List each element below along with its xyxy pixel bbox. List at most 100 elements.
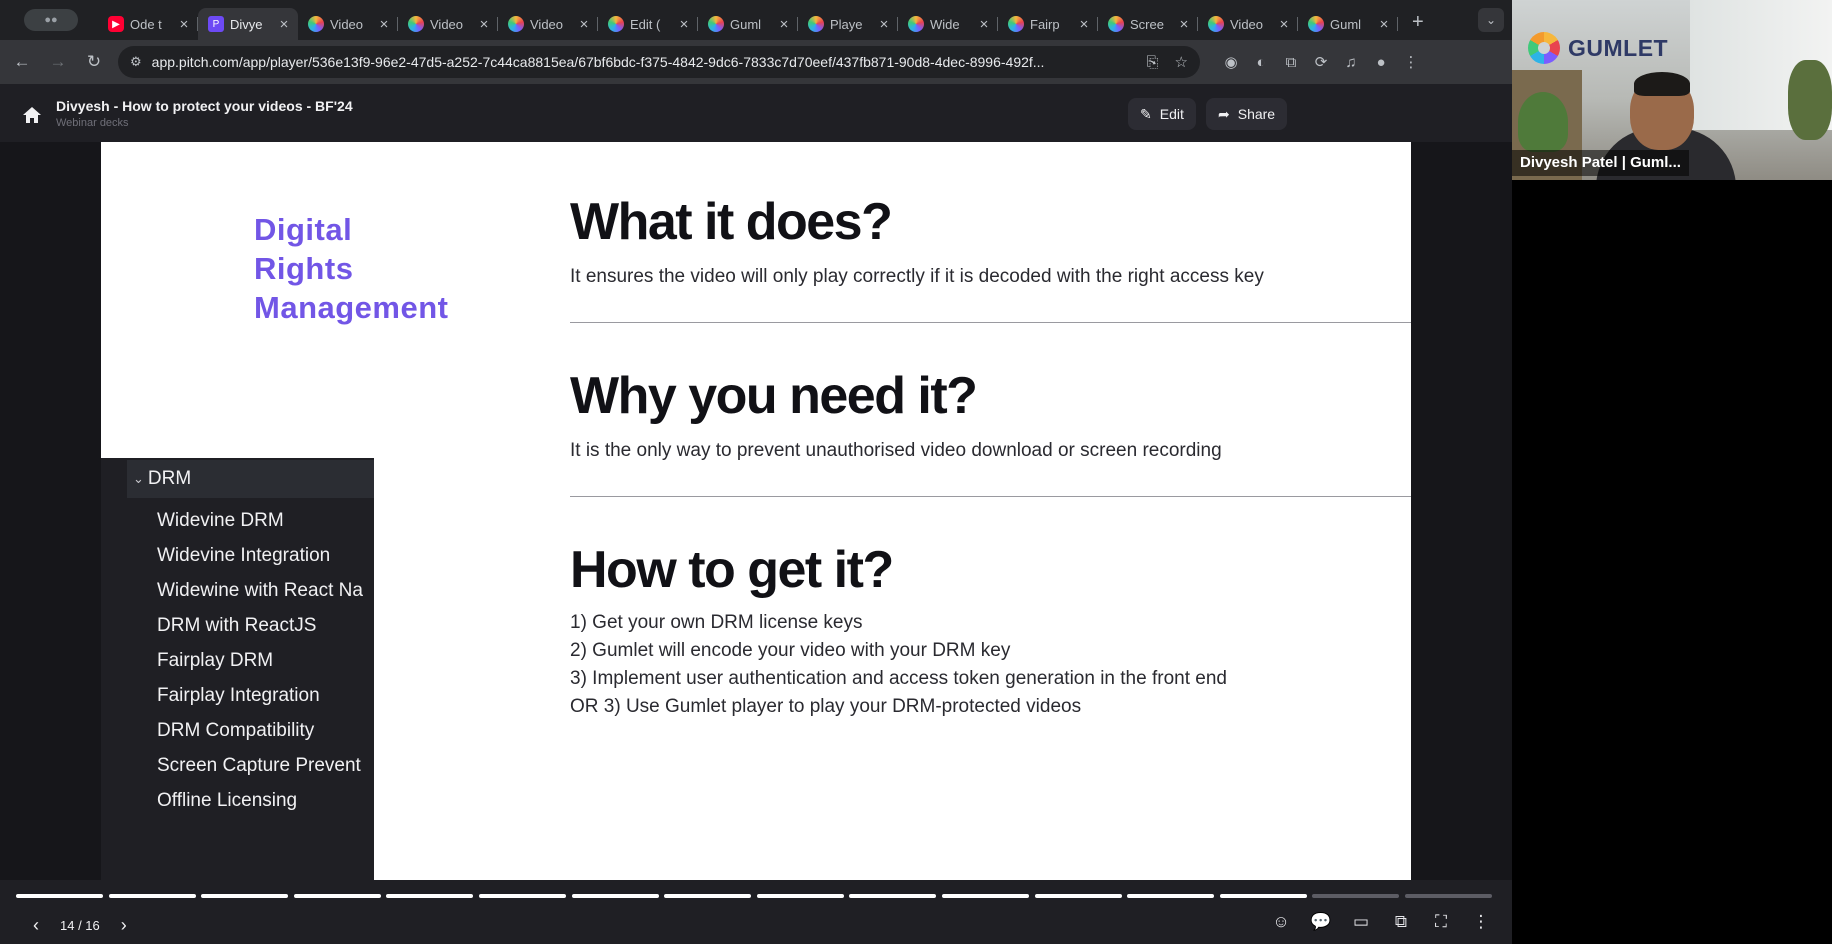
site-info-icon[interactable]: ⚙ — [130, 54, 142, 70]
chapter-item[interactable]: Screen Capture Prevent — [157, 755, 361, 777]
chapter-item[interactable]: Widevine DRM — [157, 510, 284, 532]
picture-in-picture-icon[interactable]: ⧉ — [1390, 912, 1412, 932]
section-divider — [570, 496, 1411, 497]
edit-button[interactable]: ✎ Edit — [1128, 98, 1196, 130]
close-tab-icon[interactable]: × — [1076, 16, 1092, 33]
presentation-stage: Digital Rights Management What it does? … — [0, 142, 1512, 880]
chapter-item[interactable]: DRM with ReactJS — [157, 615, 316, 637]
section-heading-how: How to get it? — [570, 541, 894, 599]
progress-segment[interactable] — [479, 894, 566, 898]
progress-segment[interactable] — [1312, 894, 1400, 898]
slide-side-title: Digital Rights Management — [254, 210, 514, 327]
chapter-item[interactable]: DRM Compatibility — [157, 720, 314, 742]
tab-strip: ●● ▶ Ode t × P Divye × Video × Video × Video × Edit … — [0, 0, 1512, 40]
section-body-what: It ensures the video will only play corr… — [570, 266, 1264, 287]
browser-tab[interactable]: Scree × — [1098, 8, 1198, 40]
progress-segment[interactable] — [571, 894, 659, 898]
share-label: Share — [1237, 106, 1276, 122]
extension-icon[interactable]: ◐ — [1246, 54, 1276, 71]
step-item: 2) Gumlet will encode your video with yo… — [570, 640, 1011, 661]
browser-tab[interactable]: Edit (× — [598, 8, 698, 40]
new-tab-button[interactable]: + — [1412, 11, 1424, 34]
tab-search-button[interactable]: ⌄ — [1478, 8, 1504, 32]
gumlet-wordmark: GUMLET — [1568, 34, 1669, 61]
browser-tab[interactable]: Playe × — [798, 8, 898, 40]
tab-group-pill[interactable]: ●● — [24, 9, 78, 31]
bookmark-star-icon[interactable]: ☆ — [1175, 53, 1188, 71]
progress-segment[interactable] — [201, 894, 289, 898]
chapter-list-overlay: ⌄ DRM Widevine DRM Widevine Integration … — [101, 458, 374, 880]
progress-segment[interactable] — [942, 894, 1029, 898]
progress-segment[interactable] — [293, 894, 381, 898]
chapter-group-drm[interactable]: ⌄ DRM — [127, 460, 374, 498]
progress-segment[interactable] — [1219, 894, 1307, 898]
chapter-item[interactable]: Fairplay Integration — [157, 685, 320, 707]
presenter-mode-icon[interactable]: ▭ — [1350, 912, 1372, 932]
close-tab-icon[interactable]: × — [576, 16, 592, 33]
youtube-icon: ▶ — [108, 16, 124, 32]
progress-segment[interactable] — [664, 894, 752, 898]
progress-segment[interactable] — [108, 894, 196, 898]
previous-slide-button[interactable]: ‹ — [26, 915, 46, 936]
browser-tab[interactable]: Video × — [398, 8, 498, 40]
progress-segment[interactable] — [16, 894, 103, 898]
close-tab-icon[interactable]: × — [776, 16, 792, 33]
profile-avatar-icon[interactable]: ● — [1366, 54, 1396, 71]
progress-segment[interactable] — [849, 894, 937, 898]
section-divider — [570, 322, 1411, 323]
install-app-icon[interactable]: ⎘ — [1147, 54, 1159, 71]
progress-segment[interactable] — [1405, 894, 1492, 898]
sync-icon[interactable]: ⟳ — [1306, 53, 1336, 71]
close-tab-icon[interactable]: × — [176, 16, 192, 33]
next-slide-button[interactable]: › — [114, 915, 134, 936]
grammarly-extension-icon[interactable]: ◉ — [1216, 53, 1246, 71]
close-tab-icon[interactable]: × — [1176, 16, 1192, 33]
browser-menu-icon[interactable]: ⋮ — [1396, 53, 1426, 71]
fullscreen-icon[interactable]: ⛶ — [1430, 912, 1452, 932]
url-text: app.pitch.com/app/player/536e13f9-96e2-4… — [151, 54, 1045, 70]
close-tab-icon[interactable]: × — [876, 16, 892, 33]
webcam-background-plant — [1518, 92, 1568, 152]
reactions-icon[interactable]: ☺ — [1270, 912, 1292, 932]
close-tab-icon[interactable]: × — [676, 16, 692, 33]
chapter-item[interactable]: Offline Licensing — [157, 790, 297, 812]
home-icon[interactable] — [22, 106, 42, 124]
forward-button[interactable]: → — [44, 48, 72, 76]
chapter-item[interactable]: Fairplay DRM — [157, 650, 273, 672]
chapter-item[interactable]: Widewine with React Na — [157, 580, 363, 602]
deck-folder[interactable]: Webinar decks — [56, 117, 129, 129]
comments-icon[interactable]: 💬 — [1310, 912, 1332, 932]
browser-tab[interactable]: ▶ Ode t × — [98, 8, 198, 40]
close-tab-icon[interactable]: × — [976, 16, 992, 33]
gumlet-logo-icon — [1528, 32, 1560, 64]
media-controls-icon[interactable]: ♫ — [1336, 54, 1366, 71]
chapter-item[interactable]: Widevine Integration — [157, 545, 330, 567]
close-tab-icon[interactable]: × — [1276, 16, 1292, 33]
tab-title: Scree — [1130, 16, 1164, 32]
more-options-icon[interactable]: ⋮ — [1470, 912, 1492, 932]
browser-tab[interactable]: Fairp × — [998, 8, 1098, 40]
reload-button[interactable]: ↻ — [80, 48, 108, 76]
browser-tab[interactable]: Guml × — [698, 8, 798, 40]
progress-segment[interactable] — [756, 894, 844, 898]
back-button[interactable]: ← — [8, 48, 36, 76]
browser-tab[interactable]: P Divye × — [198, 8, 298, 40]
browser-tab[interactable]: Wide × — [898, 8, 998, 40]
close-tab-icon[interactable]: × — [1376, 16, 1392, 33]
browser-tab[interactable]: Video × — [298, 8, 398, 40]
browser-tab[interactable]: Guml × — [1298, 8, 1398, 40]
browser-tab[interactable]: Video × — [1198, 8, 1298, 40]
gumlet-icon — [308, 16, 324, 32]
progress-segment[interactable] — [1034, 894, 1122, 898]
share-button[interactable]: ➦ Share — [1206, 98, 1288, 130]
progress-segment[interactable] — [1127, 894, 1215, 898]
extensions-puzzle-icon[interactable]: ⧉ — [1276, 54, 1306, 71]
close-tab-icon[interactable]: × — [376, 16, 392, 33]
close-tab-icon[interactable]: × — [276, 16, 292, 33]
close-tab-icon[interactable]: × — [476, 16, 492, 33]
progress-segment[interactable] — [386, 894, 474, 898]
presenter-hair — [1634, 72, 1690, 96]
browser-tab[interactable]: Video × — [498, 8, 598, 40]
address-bar[interactable]: ⚙ app.pitch.com/app/player/536e13f9-96e2… — [118, 46, 1200, 78]
side-title-line: Management — [254, 290, 449, 325]
